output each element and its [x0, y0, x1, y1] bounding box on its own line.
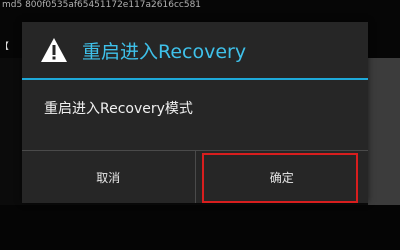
cancel-button[interactable]: 取消: [22, 151, 195, 203]
recovery-dialog: 重启进入Recovery 重启进入Recovery模式 取消 确定: [22, 22, 368, 203]
cancel-button-label: 取消: [96, 170, 121, 185]
background-left-item: 【: [0, 42, 10, 52]
background-md5-text: md5 800f0535af65451172e117a2616cc581: [2, 0, 202, 10]
background-bottom-area: [0, 205, 400, 250]
title-divider: [22, 78, 368, 80]
confirm-button[interactable]: 确定: [195, 151, 368, 203]
confirm-button-label: 确定: [269, 170, 294, 185]
warning-icon: [40, 37, 68, 63]
dialog-button-row: 取消 确定: [22, 150, 368, 203]
dialog-header: 重启进入Recovery: [22, 22, 368, 78]
dialog-message: 重启进入Recovery模式: [44, 101, 193, 117]
dialog-title: 重启进入Recovery: [82, 40, 247, 63]
